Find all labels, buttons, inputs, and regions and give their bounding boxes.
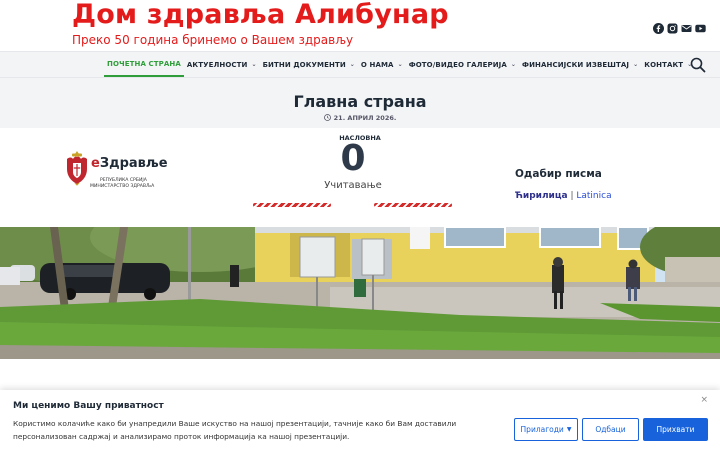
instagram-icon[interactable] <box>667 19 678 34</box>
nav-item-home[interactable]: Почетна страна <box>104 52 184 77</box>
nav-item-news[interactable]: Актуелности ⌄ <box>184 52 260 77</box>
youtube-icon[interactable] <box>695 19 706 33</box>
customize-button[interactable]: Прилагоди ▼ <box>514 418 578 441</box>
main-nav: Почетна страна Актуелности ⌄ Битни докуме… <box>0 51 720 78</box>
chevron-down-icon: ⌄ <box>251 61 257 68</box>
counter-value: 0 <box>340 138 366 179</box>
nav-item-label: Почетна страна <box>107 59 181 68</box>
cookie-text: Користимо колачиће како би унапредили Ва… <box>13 419 457 441</box>
search-icon[interactable] <box>690 57 706 73</box>
site-title[interactable]: Дом здравља Алибунар <box>72 0 449 30</box>
ezdravlje-line2: МИНИСТАРСТВО ЗДРАВЉА <box>90 184 155 189</box>
nav-item-contact[interactable]: Контакт ⌄ <box>641 52 695 77</box>
hero-photo <box>0 227 720 359</box>
close-icon[interactable]: × <box>700 395 708 405</box>
loading-bar-right <box>374 203 452 207</box>
chevron-down-icon: ⌄ <box>510 61 517 68</box>
ezdravlje-name: еЗдравље <box>91 156 168 171</box>
nav-item-about[interactable]: О нама ⌄ <box>358 52 406 77</box>
nav-item-finance[interactable]: Финансијски извештај ⌄ <box>519 52 641 77</box>
nav-item-label: Актуелности <box>186 60 248 69</box>
page-date: 21. април 2026. <box>0 114 720 123</box>
cookie-title: Ми ценимо Вашу приватност <box>13 401 164 411</box>
chevron-down-icon: ⌄ <box>349 61 355 68</box>
reject-button[interactable]: Одбаци <box>582 418 639 441</box>
page: Дом здравља Алибунар Преко 50 година бри… <box>0 0 720 450</box>
nav-item-documents[interactable]: Битни документи ⌄ <box>260 52 358 77</box>
script-picker-title: Одабир писма <box>515 168 602 180</box>
mail-icon[interactable] <box>681 19 692 32</box>
facebook-icon[interactable] <box>653 19 664 34</box>
serbian-crest-icon <box>66 150 88 190</box>
cyrillic-link[interactable]: Ћирилица <box>515 191 568 201</box>
ezdravlje-line1: РЕПУБЛИКА СРБИЈА <box>100 178 147 183</box>
nav-item-gallery[interactable]: Фото/видео галерија ⌄ <box>406 52 519 77</box>
script-picker: Ћирилица | Latinica <box>515 191 612 201</box>
ezdravlje-link[interactable]: еЗдравље РЕПУБЛИКА СРБИЈА МИНИСТАРСТВО З… <box>66 150 176 192</box>
customize-label: Прилагоди <box>520 425 564 434</box>
social-links <box>653 19 706 34</box>
accept-button[interactable]: Прихвати <box>643 418 708 441</box>
page-title: Главна страна <box>293 92 427 111</box>
nav-item-label: Битни документи <box>262 60 346 69</box>
loading-bar-left <box>253 203 331 207</box>
site-tagline: Преко 50 година бринемо о Вашем здрављу <box>72 33 354 47</box>
nav-item-label: Фото/видео галерија <box>408 60 507 69</box>
nav-item-label: Контакт <box>644 60 684 69</box>
nav-item-label: О нама <box>360 60 394 69</box>
date-text: 21. април 2026. <box>333 114 397 122</box>
chevron-down-icon: ⌄ <box>397 61 403 68</box>
caret-down-icon: ▼ <box>566 426 572 433</box>
counter-status: Учитавање <box>324 180 382 191</box>
clock-icon <box>323 114 331 123</box>
site-header: Дом здравља Алибунар Преко 50 година бри… <box>0 0 720 50</box>
cookie-banner: Ми ценимо Вашу приватност × Користимо ко… <box>0 390 720 450</box>
chevron-down-icon: ⌄ <box>633 61 639 68</box>
nav-item-label: Финансијски извештај <box>522 60 630 69</box>
latin-link[interactable]: Latinica <box>576 191 611 201</box>
nav-items: Почетна страна Актуелности ⌄ Битни докуме… <box>104 52 695 77</box>
